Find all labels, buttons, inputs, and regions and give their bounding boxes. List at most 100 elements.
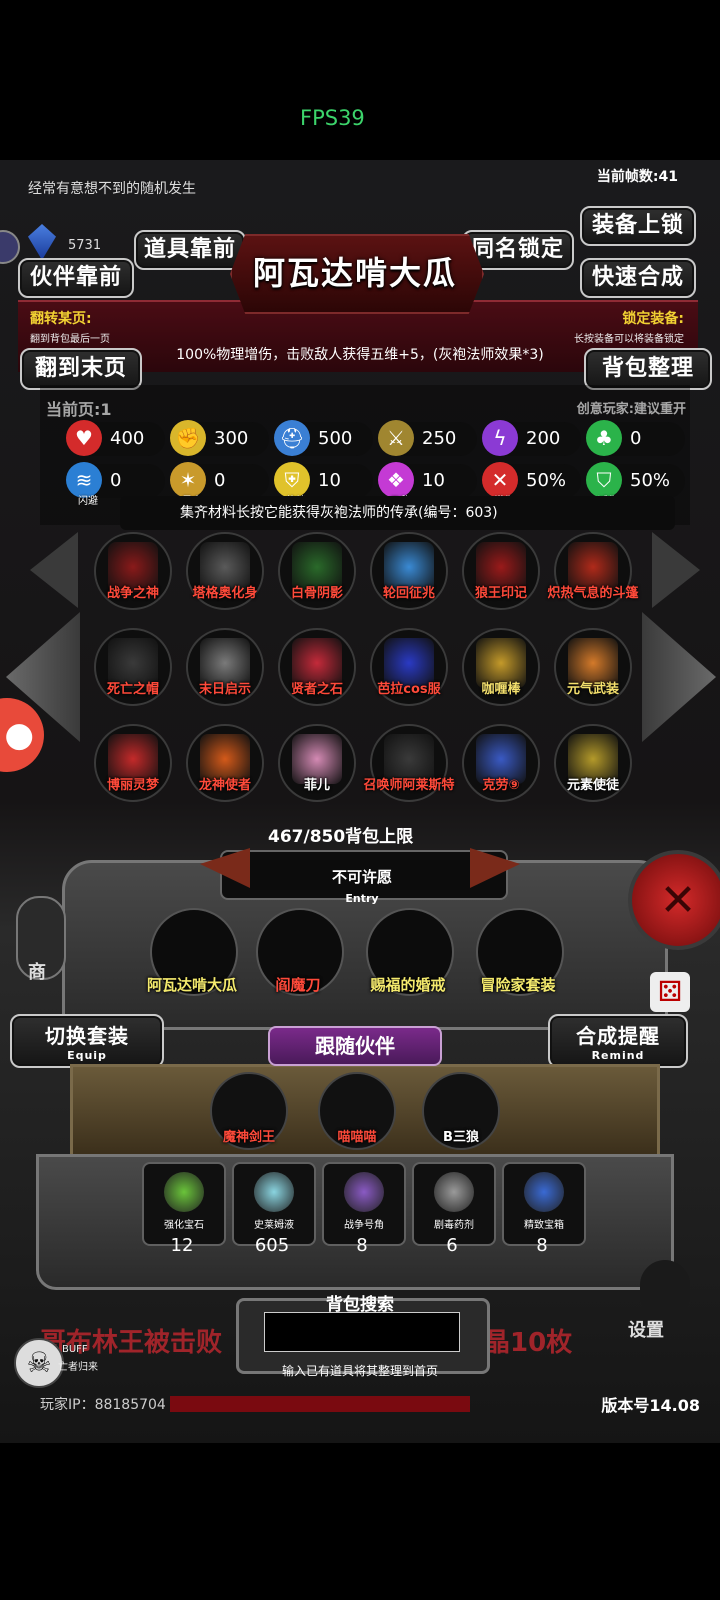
item-name: 死亡之帽 [106, 682, 159, 697]
quick-merge-button[interactable]: 快速合成 [580, 258, 696, 298]
item-name: 咖喱棒 [481, 682, 521, 697]
ticker-right: 晶10枚 [484, 1328, 573, 1358]
material-icon [254, 1172, 294, 1212]
bag-item[interactable]: 轮回征兆 [370, 532, 448, 610]
partner-name: 魔神剑王 [222, 1130, 275, 1145]
dice-icon[interactable]: ⚄ [650, 972, 690, 1012]
user-icon: ● [4, 715, 34, 755]
small-left-arrow-icon[interactable] [30, 532, 78, 608]
material-slot[interactable]: 史莱姆液 [232, 1162, 316, 1246]
close-icon: ✕ [659, 874, 697, 926]
item-name: 狼王印记 [474, 586, 527, 601]
material-slot[interactable]: 战争号角 [322, 1162, 406, 1246]
small-right-arrow-icon[interactable] [652, 532, 700, 608]
partner-slot[interactable]: B三狼 [422, 1072, 500, 1150]
item-name: 炽热气息的斗篷 [547, 586, 639, 601]
floating-user-button[interactable]: ● [0, 698, 44, 772]
sword-icon: ⚔ [378, 420, 414, 456]
item-name: 白骨阴影 [290, 586, 343, 601]
stat-value: 500 [318, 428, 353, 449]
bag-item[interactable]: 咖喱棒 [462, 628, 540, 706]
stat-chip: ⚔ 250 [378, 420, 477, 456]
partner-slot[interactable]: 魔神剑王 [210, 1072, 288, 1150]
item-name: 贤者之石 [290, 682, 343, 697]
stat-value: 50% [630, 470, 671, 491]
equip-name: 冒险家套装 [480, 976, 556, 994]
item-name: 轮回征兆 [382, 586, 435, 601]
large-right-arrow-icon[interactable] [642, 612, 716, 742]
collect-hint: 集齐材料长按它能获得灰袍法师的传承(编号：603) [180, 505, 498, 521]
close-button[interactable]: ✕ [628, 850, 720, 950]
stat-chip: ⛉50%减伤 [586, 462, 685, 507]
bag-item[interactable]: 芭拉cos服 [370, 628, 448, 706]
stat-value: 50% [526, 470, 567, 491]
bag-item[interactable]: 克劳⑨ [462, 724, 540, 802]
bag-item[interactable]: 龙神使者 [186, 724, 264, 802]
bag-item[interactable]: 菲儿 [278, 724, 356, 802]
material-count: 8 [356, 1235, 368, 1256]
partner-slot[interactable]: 喵喵喵 [318, 1072, 396, 1150]
material-icon [434, 1172, 474, 1212]
stat-chip: ✶0暴击 [170, 462, 269, 507]
stat-chip: ✊ 300 [170, 420, 269, 456]
progress-bar [170, 1396, 470, 1412]
follow-partner-banner: 跟随伙伴 [268, 1026, 442, 1066]
fps-counter: FPS39 [300, 106, 365, 130]
bag-search-input[interactable] [264, 1312, 460, 1352]
item-name: 克劳⑨ [482, 778, 520, 793]
bag-item[interactable]: 狼王印记 [462, 532, 540, 610]
stat-value: 400 [110, 428, 145, 449]
to-last-page-button[interactable]: 翻到末页 [20, 348, 142, 390]
bag-item[interactable]: 召唤师阿莱斯特 [363, 724, 455, 802]
item-name: 龙神使者 [198, 778, 251, 793]
bag-item[interactable]: 贤者之石 [278, 628, 356, 706]
bag-sort-button[interactable]: 背包整理 [584, 348, 712, 390]
merge-remind-button[interactable]: 合成提醒 Remind [548, 1014, 688, 1068]
material-slot[interactable]: 强化宝石 [142, 1162, 226, 1246]
material-icon [524, 1172, 564, 1212]
stat-chip: ✕50%增伤 [482, 462, 581, 507]
wish-sub: Entry [345, 892, 379, 905]
equip-name: 阎魔刀 [275, 976, 321, 994]
material-slot[interactable]: 剧毒药剂 [412, 1162, 496, 1246]
stat-value: 0 [110, 470, 122, 491]
wish-label: 不可许愿 [331, 868, 392, 886]
shop-label: 商 [28, 962, 46, 983]
avatar-badge[interactable] [0, 230, 20, 264]
material-slot[interactable]: 精致宝箱 [502, 1162, 586, 1246]
bag-item[interactable]: 死亡之帽 [94, 628, 172, 706]
switch-set-button[interactable]: 切换套装 Equip [10, 1014, 164, 1068]
crystal-count: 5731 [68, 238, 102, 253]
item-name: 元气武装 [566, 682, 619, 697]
item-name: 塔格奥化身 [192, 586, 258, 601]
stat-chip: ⛑ 500 [274, 420, 373, 456]
bag-item[interactable]: 元气武装 [554, 628, 632, 706]
stat-value: 200 [526, 428, 561, 449]
material-icon [344, 1172, 384, 1212]
buff-sub: 亡者归来 [58, 1362, 98, 1373]
settings-button[interactable] [640, 1260, 690, 1320]
bag-item[interactable]: 元素使徒 [554, 724, 632, 802]
material-name: 强化宝石 [164, 1220, 204, 1231]
item-description: 100%物理增伤，击败敌人获得五维+5，(灰袍法师效果*3) [176, 347, 544, 363]
bag-item[interactable]: 炽热气息的斗篷 [547, 532, 639, 610]
magic-icon: ϟ [482, 420, 518, 456]
helmet-icon: ⛑ [274, 420, 310, 456]
heart-icon: ♥ [66, 420, 102, 456]
buff-skull-icon[interactable]: ☠ [14, 1338, 64, 1388]
equip-lock-button[interactable]: 装备上锁 [580, 206, 696, 246]
bag-item[interactable]: 末日启示 [186, 628, 264, 706]
flip-page-label: 翻转某页: [30, 311, 92, 327]
bag-item[interactable]: 博丽灵梦 [94, 724, 172, 802]
stat-chip: ♣ 0 [586, 420, 685, 456]
bag-item[interactable]: 塔格奥化身 [186, 532, 264, 610]
partner-front-button[interactable]: 伙伴靠前 [18, 258, 134, 298]
flip-page-sub: 翻到背包最后一页 [30, 334, 110, 345]
settings-label: 设置 [628, 1320, 664, 1341]
item-name: 末日启示 [198, 682, 251, 697]
stat-value: 0 [630, 428, 642, 449]
item-name: 召唤师阿莱斯特 [363, 778, 455, 793]
bag-item[interactable]: 白骨阴影 [278, 532, 356, 610]
bag-item[interactable]: 战争之神 [94, 532, 172, 610]
partner-name: B三狼 [443, 1130, 479, 1145]
